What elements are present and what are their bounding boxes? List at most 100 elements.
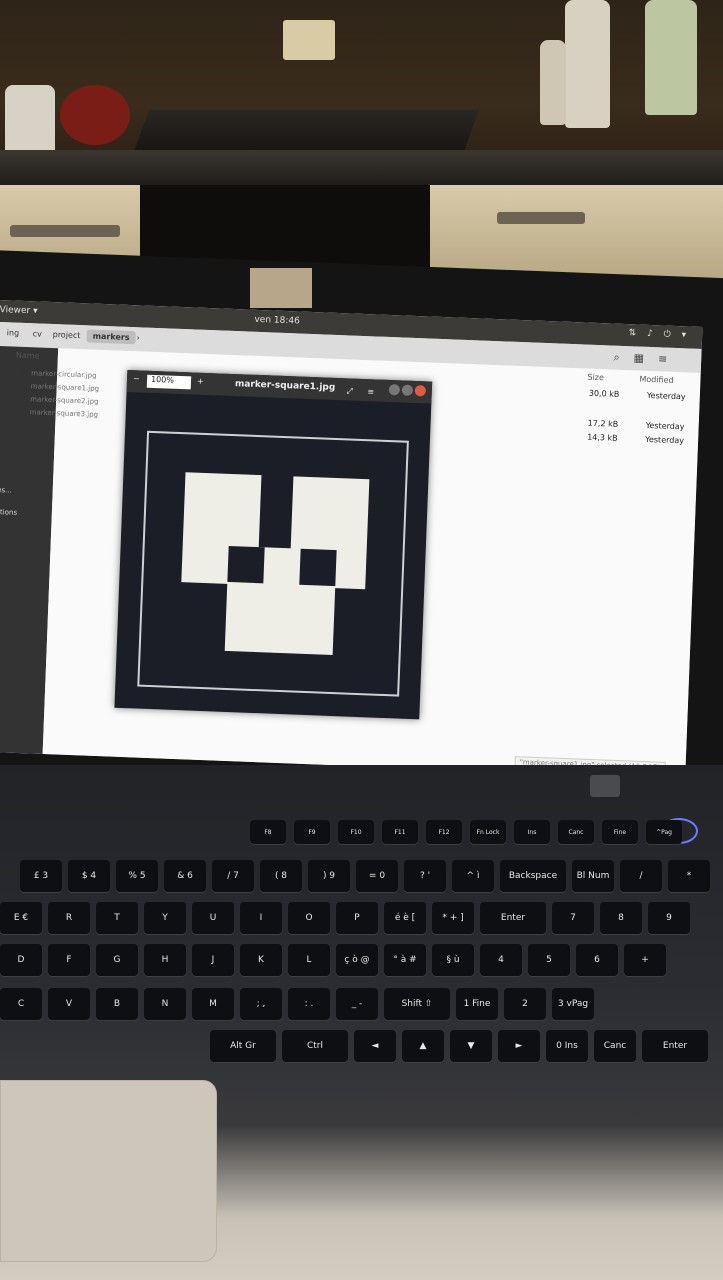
key-g[interactable]: G bbox=[96, 944, 138, 976]
key-[interactable]: + bbox=[624, 944, 666, 976]
key-p[interactable]: P bbox=[336, 902, 378, 934]
key-pag[interactable]: ^Pag bbox=[646, 820, 682, 844]
key-f10[interactable]: F10 bbox=[338, 820, 374, 844]
key-enter[interactable]: Enter bbox=[480, 902, 546, 934]
zoom-select[interactable]: 100% bbox=[146, 374, 192, 390]
key-6[interactable]: 6 bbox=[576, 944, 618, 976]
key-j[interactable]: J bbox=[192, 944, 234, 976]
power-icon[interactable]: ⏻ bbox=[663, 330, 675, 340]
key-y[interactable]: Y bbox=[144, 902, 186, 934]
key-t[interactable]: T bbox=[96, 902, 138, 934]
key-8[interactable]: 8 bbox=[600, 902, 642, 934]
key-d[interactable]: D bbox=[0, 944, 42, 976]
maximize-button[interactable] bbox=[401, 384, 414, 396]
breadcrumb-markers[interactable]: markers bbox=[86, 329, 136, 345]
key-f11[interactable]: F11 bbox=[382, 820, 418, 844]
key-4[interactable]: $ 4 bbox=[68, 860, 110, 892]
column-name[interactable]: Name bbox=[16, 351, 40, 361]
sidebar-item[interactable]: cations bbox=[0, 508, 17, 517]
key-[interactable]: ▼ bbox=[450, 1030, 492, 1062]
key-9[interactable]: 9 bbox=[648, 902, 690, 934]
breadcrumb-cv[interactable]: cv bbox=[26, 327, 48, 341]
minimize-button[interactable] bbox=[388, 383, 401, 396]
key-1-fine[interactable]: 1 Fine bbox=[456, 988, 498, 1020]
key-[interactable]: : . bbox=[288, 988, 330, 1020]
menu-icon[interactable]: ≡ bbox=[658, 352, 682, 366]
breadcrumb-project[interactable]: project bbox=[46, 328, 86, 343]
column-modified[interactable]: Modified bbox=[639, 375, 673, 385]
key-c[interactable]: C bbox=[0, 988, 42, 1020]
key-3-vpag[interactable]: 3 vPag bbox=[552, 988, 594, 1020]
key-[interactable]: é è [ bbox=[384, 902, 426, 934]
key-7[interactable]: 7 bbox=[552, 902, 594, 934]
key-4[interactable]: 4 bbox=[480, 944, 522, 976]
key-shift[interactable]: Shift ⇧ bbox=[384, 988, 450, 1020]
key-o[interactable]: O bbox=[288, 902, 330, 934]
touchpad[interactable] bbox=[0, 1080, 217, 1262]
key-[interactable]: ç ò @ bbox=[336, 944, 378, 976]
key-n[interactable]: N bbox=[144, 988, 186, 1020]
breadcrumb-next-icon[interactable]: › bbox=[130, 331, 146, 345]
key-[interactable]: ▲ bbox=[402, 1030, 444, 1062]
key-u[interactable]: U bbox=[192, 902, 234, 934]
key-f8[interactable]: F8 bbox=[250, 820, 286, 844]
key-[interactable]: / bbox=[620, 860, 662, 892]
key-enter[interactable]: Enter bbox=[642, 1030, 708, 1062]
key-fine[interactable]: Fine bbox=[602, 820, 638, 844]
key-[interactable]: ◄ bbox=[354, 1030, 396, 1062]
key-2[interactable]: 2 bbox=[504, 988, 546, 1020]
key-fn-lock[interactable]: Fn Lock bbox=[470, 820, 506, 844]
key-8[interactable]: ( 8 bbox=[260, 860, 302, 892]
key-5[interactable]: 5 bbox=[528, 944, 570, 976]
zoom-out-icon[interactable]: − bbox=[133, 374, 140, 383]
close-button[interactable] bbox=[414, 384, 427, 397]
key-[interactable]: ; , bbox=[240, 988, 282, 1020]
key-ins[interactable]: Ins bbox=[514, 820, 550, 844]
view-grid-icon[interactable]: ▦ bbox=[633, 351, 658, 365]
key-[interactable]: ? ' bbox=[404, 860, 446, 892]
key-r[interactable]: R bbox=[48, 902, 90, 934]
key-6[interactable]: & 6 bbox=[164, 860, 206, 892]
sidebar-item[interactable]: des... bbox=[0, 486, 12, 495]
key-0[interactable]: = 0 bbox=[356, 860, 398, 892]
key-f9[interactable]: F9 bbox=[294, 820, 330, 844]
zoom-in-icon[interactable]: + bbox=[197, 377, 204, 386]
key-7[interactable]: / 7 bbox=[212, 860, 254, 892]
menu-icon[interactable]: ≡ bbox=[367, 387, 374, 396]
chevron-down-icon[interactable]: ▾ bbox=[681, 330, 690, 340]
network-icon[interactable]: ⇅ bbox=[628, 328, 640, 338]
key-backspace[interactable]: Backspace bbox=[500, 860, 566, 892]
key-[interactable]: § ù bbox=[432, 944, 474, 976]
key-bl-num[interactable]: Bl Num bbox=[572, 860, 614, 892]
search-icon[interactable]: ⌕ bbox=[613, 351, 634, 365]
key-alt-gr[interactable]: Alt Gr bbox=[210, 1030, 276, 1062]
clock[interactable]: ven 18:46 bbox=[254, 315, 300, 327]
key-m[interactable]: M bbox=[192, 988, 234, 1020]
key-canc[interactable]: Canc bbox=[558, 820, 594, 844]
key-[interactable]: ^ ì bbox=[452, 860, 494, 892]
key-e[interactable]: E € bbox=[0, 902, 42, 934]
key-b[interactable]: B bbox=[96, 988, 138, 1020]
key-[interactable]: ► bbox=[498, 1030, 540, 1062]
key-[interactable]: ° à # bbox=[384, 944, 426, 976]
key-l[interactable]: L bbox=[288, 944, 330, 976]
key-i[interactable]: I bbox=[240, 902, 282, 934]
breadcrumb-ing[interactable]: ing bbox=[1, 326, 26, 340]
column-size[interactable]: Size bbox=[587, 373, 604, 383]
key-[interactable]: _ - bbox=[336, 988, 378, 1020]
key-[interactable]: * bbox=[668, 860, 710, 892]
key-k[interactable]: K bbox=[240, 944, 282, 976]
key-9[interactable]: ) 9 bbox=[308, 860, 350, 892]
key-canc[interactable]: Canc bbox=[594, 1030, 636, 1062]
system-tray[interactable]: ⇅ ♪ ⏻ ▾ bbox=[628, 328, 690, 340]
key-f12[interactable]: F12 bbox=[426, 820, 462, 844]
key-h[interactable]: H bbox=[144, 944, 186, 976]
key-5[interactable]: % 5 bbox=[116, 860, 158, 892]
key-0-ins[interactable]: 0 Ins bbox=[546, 1030, 588, 1062]
key-3[interactable]: £ 3 bbox=[20, 860, 62, 892]
fullscreen-icon[interactable]: ⤢ bbox=[346, 386, 353, 395]
key-[interactable]: * + ] bbox=[432, 902, 474, 934]
app-menu[interactable]: Viewer ▾ bbox=[0, 305, 38, 316]
key-v[interactable]: V bbox=[48, 988, 90, 1020]
key-f[interactable]: F bbox=[48, 944, 90, 976]
